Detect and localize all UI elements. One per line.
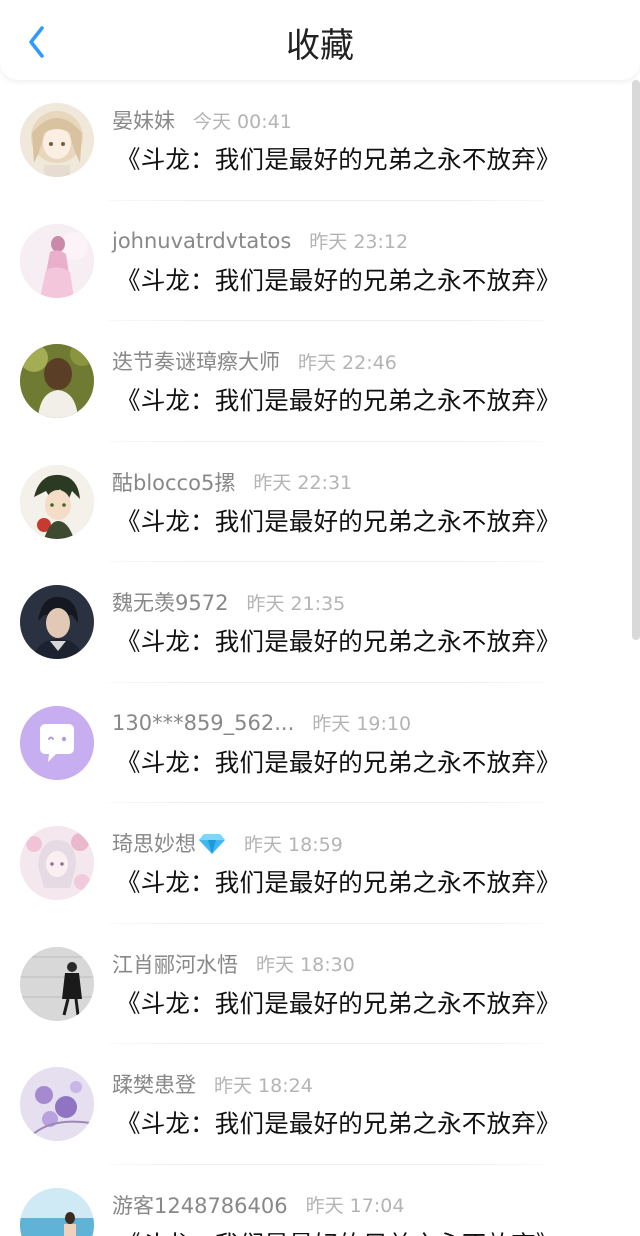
username[interactable]: 酤blocco5摞 (112, 467, 235, 497)
bw-figure-avatar-icon (20, 946, 94, 1021)
item-meta: 晏妹妹 今天 00:41 (112, 106, 292, 134)
anime-boy-avatar-icon (20, 464, 94, 539)
favorite-title[interactable]: 《斗龙：我们是最好的兄弟之永不放弃》 (116, 865, 561, 901)
avatar[interactable] (20, 705, 94, 780)
favorite-title[interactable]: 《斗龙：我们是最好的兄弟之永不放弃》 (116, 263, 561, 299)
top-bar: 收藏 (0, 0, 640, 80)
diamond-icon (199, 834, 225, 854)
item-meta: 江肖郦河水悟 昨天 18:30 (112, 950, 355, 978)
list-item[interactable]: 琦思妙想 昨天 18:59 《斗龙：我们是最好的兄弟之永不放弃》 (0, 803, 640, 924)
avatar[interactable] (20, 1067, 94, 1141)
girl-back-avatar-icon (20, 344, 94, 418)
timestamp: 昨天 18:59 (244, 833, 343, 856)
timestamp: 今天 00:41 (193, 110, 292, 133)
favorites-list: 晏妹妹 今天 00:41 《斗龙：我们是最好的兄弟之永不放弃》 johnuvat… (0, 80, 640, 1236)
list-item[interactable]: 晏妹妹 今天 00:41 《斗龙：我们是最好的兄弟之永不放弃》 (0, 80, 640, 201)
timestamp: 昨天 18:24 (214, 1074, 313, 1097)
username[interactable]: johnuvatrdvtatos (112, 229, 291, 253)
favorites-page: 收藏 晏妹妹 今天 00:41 《斗龙：我们是最好的兄弟之永不放弃》 johnu… (0, 0, 640, 1236)
dark-portrait-avatar-icon (20, 585, 94, 659)
username[interactable]: 迭节奏谜璋瘵大师 (112, 346, 280, 376)
favorite-title[interactable]: 《斗龙：我们是最好的兄弟之永不放弃》 (116, 986, 561, 1022)
favorite-title[interactable]: 《斗龙：我们是最好的兄弟之永不放弃》 (116, 624, 561, 660)
floral-girl-avatar-icon (20, 826, 94, 900)
purple-flower-avatar-icon (20, 1067, 94, 1141)
list-item[interactable]: 蹂樊患登 昨天 18:24 《斗龙：我们是最好的兄弟之永不放弃》 (0, 1044, 640, 1165)
list-item[interactable]: 游客1248786406 昨天 17:04 《斗龙：我们是最好的兄弟之永不放弃》 (0, 1165, 640, 1236)
username[interactable]: 130***859_562... (112, 711, 294, 735)
favorite-title[interactable]: 《斗龙：我们是最好的兄弟之永不放弃》 (116, 383, 561, 419)
timestamp: 昨天 21:35 (246, 592, 346, 615)
list-item[interactable]: 酤blocco5摞 昨天 22:31 《斗龙：我们是最好的兄弟之永不放弃》 (0, 442, 640, 562)
list-item[interactable]: 魏无羡9572 昨天 21:35 《斗龙：我们是最好的兄弟之永不放弃》 (0, 562, 640, 683)
avatar[interactable] (20, 585, 94, 659)
username[interactable]: 蹂樊患登 (112, 1069, 196, 1099)
item-meta: 130***859_562... 昨天 19:10 (112, 709, 411, 737)
list-item[interactable]: 130***859_562... 昨天 19:10 《斗龙：我们是最好的兄弟之永… (0, 683, 640, 803)
timestamp: 昨天 23:12 (309, 231, 409, 253)
avatar[interactable] (20, 826, 94, 900)
item-meta: 魏无羡9572 昨天 21:35 (112, 588, 345, 616)
list-item[interactable]: 江肖郦河水悟 昨天 18:30 《斗龙：我们是最好的兄弟之永不放弃》 (0, 924, 640, 1044)
timestamp: 昨天 17:04 (305, 1195, 405, 1217)
timestamp: 昨天 22:46 (298, 351, 397, 374)
favorite-title[interactable]: 《斗龙：我们是最好的兄弟之永不放弃》 (116, 745, 561, 781)
avatar[interactable] (20, 344, 94, 418)
avatar[interactable] (20, 464, 94, 539)
favorite-title[interactable]: 《斗龙：我们是最好的兄弟之永不放弃》 (116, 1106, 561, 1142)
item-meta: 游客1248786406 昨天 17:04 (112, 1191, 404, 1219)
username[interactable]: 江肖郦河水悟 (112, 949, 238, 979)
item-meta: 琦思妙想 昨天 18:59 (112, 829, 343, 857)
username[interactable]: 琦思妙想 (112, 828, 196, 858)
username[interactable]: 晏妹妹 (112, 105, 175, 135)
item-meta: 酤blocco5摞 昨天 22:31 (112, 468, 352, 496)
beach-avatar-icon (20, 1187, 94, 1236)
favorite-title[interactable]: 《斗龙：我们是最好的兄弟之永不放弃》 (116, 1227, 561, 1236)
avatar[interactable] (20, 1187, 94, 1236)
username[interactable]: 魏无羡9572 (112, 587, 228, 617)
username[interactable]: 游客1248786406 (112, 1190, 288, 1220)
list-item[interactable]: 迭节奏谜璋瘵大师 昨天 22:46 《斗龙：我们是最好的兄弟之永不放弃》 (0, 321, 640, 442)
favorite-title[interactable]: 《斗龙：我们是最好的兄弟之永不放弃》 (116, 142, 561, 178)
item-meta: 蹂樊患登 昨天 18:24 (112, 1070, 313, 1098)
item-meta: 迭节奏谜璋瘵大师 昨天 22:46 (112, 347, 397, 375)
page-title: 收藏 (286, 26, 354, 66)
favorite-title[interactable]: 《斗龙：我们是最好的兄弟之永不放弃》 (116, 504, 561, 540)
item-meta: johnuvatrdvtatos 昨天 23:12 (112, 227, 408, 255)
pink-figure-avatar-icon (20, 223, 94, 298)
avatar[interactable] (20, 946, 94, 1021)
timestamp: 昨天 22:31 (253, 472, 353, 494)
anime-girl-avatar-icon (20, 103, 94, 177)
avatar[interactable] (20, 103, 94, 177)
default-chat-avatar-icon (20, 705, 94, 780)
avatar[interactable] (20, 223, 94, 298)
list-item[interactable]: johnuvatrdvtatos 昨天 23:12 《斗龙：我们是最好的兄弟之永… (0, 201, 640, 321)
timestamp: 昨天 19:10 (312, 713, 412, 735)
timestamp: 昨天 18:30 (256, 954, 355, 976)
